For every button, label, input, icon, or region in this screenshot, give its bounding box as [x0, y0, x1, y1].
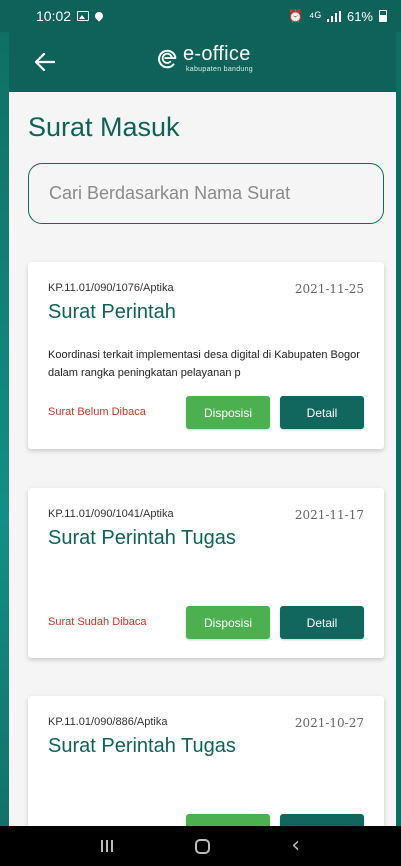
letter-code: KP.11.01/090/1076/Aptika	[48, 282, 174, 294]
letter-subject: Surat Perintah Tugas	[48, 527, 236, 549]
system-nav-bar: ‹	[0, 826, 401, 866]
arrow-left-icon	[35, 53, 55, 71]
back-nav-icon[interactable]: ‹	[291, 835, 300, 857]
main-content: Surat Masuk KP.11.01/090/1076/Aptika 202…	[9, 92, 396, 826]
letter-card[interactable]: KP.11.01/090/1076/Aptika 2021-11-25 Sura…	[28, 262, 384, 449]
recents-icon[interactable]	[100, 840, 113, 852]
search-box	[28, 163, 384, 224]
letter-subject: Surat Perintah Tugas	[48, 735, 236, 757]
letter-date: 2021-11-25	[294, 282, 364, 296]
disposisi-button[interactable]	[186, 814, 270, 826]
signal-text: ⁴ᴳ	[308, 8, 321, 24]
home-icon[interactable]	[194, 838, 210, 854]
letter-status: Surat Sudah Dibaca	[48, 616, 147, 628]
detail-button[interactable]: Detail	[280, 606, 364, 639]
letter-description: Koordinasi terkait implementasi desa dig…	[48, 349, 360, 379]
app-bar: e-office kabupaten bandung	[9, 32, 396, 92]
detail-button[interactable]	[280, 814, 364, 826]
battery-icon	[379, 10, 387, 22]
status-bar: 10:02 ⏰ ⁴ᴳ 61%	[0, 0, 401, 32]
battery-text: 61%	[346, 8, 373, 24]
letter-card[interactable]: KP.11.01/090/886/Aptika 2021-10-27 Surat…	[28, 696, 384, 826]
page-title: Surat Masuk	[28, 112, 180, 142]
letter-date: 2021-10-27	[294, 716, 364, 730]
signal-icon	[326, 10, 341, 22]
status-time: 10:02	[36, 8, 72, 24]
letter-code: KP.11.01/090/1041/Aptika	[48, 508, 174, 520]
alarm-icon: ⏰	[287, 9, 303, 23]
location-icon	[93, 10, 105, 22]
letter-card[interactable]: KP.11.01/090/1041/Aptika 2021-11-17 Sura…	[28, 488, 384, 658]
search-input[interactable]	[49, 183, 369, 204]
letter-status: Surat Belum Dibaca	[48, 406, 146, 418]
logo-subtext: kabupaten bandung	[186, 66, 253, 73]
app-logo: e-office kabupaten bandung	[157, 44, 253, 73]
image-icon	[77, 11, 90, 21]
detail-button[interactable]: Detail	[280, 396, 364, 429]
disposisi-button[interactable]: Disposisi	[186, 396, 270, 429]
letter-subject: Surat Perintah	[48, 301, 176, 323]
back-button[interactable]	[29, 46, 61, 78]
logo-text: e-office	[183, 43, 251, 65]
logo-mark-icon	[158, 49, 177, 68]
frame-edge-left	[0, 0, 9, 866]
letter-date: 2021-11-17	[294, 508, 364, 522]
frame-edge-right	[396, 0, 401, 866]
letter-code: KP.11.01/090/886/Aptika	[48, 716, 168, 728]
disposisi-button[interactable]: Disposisi	[186, 606, 270, 639]
